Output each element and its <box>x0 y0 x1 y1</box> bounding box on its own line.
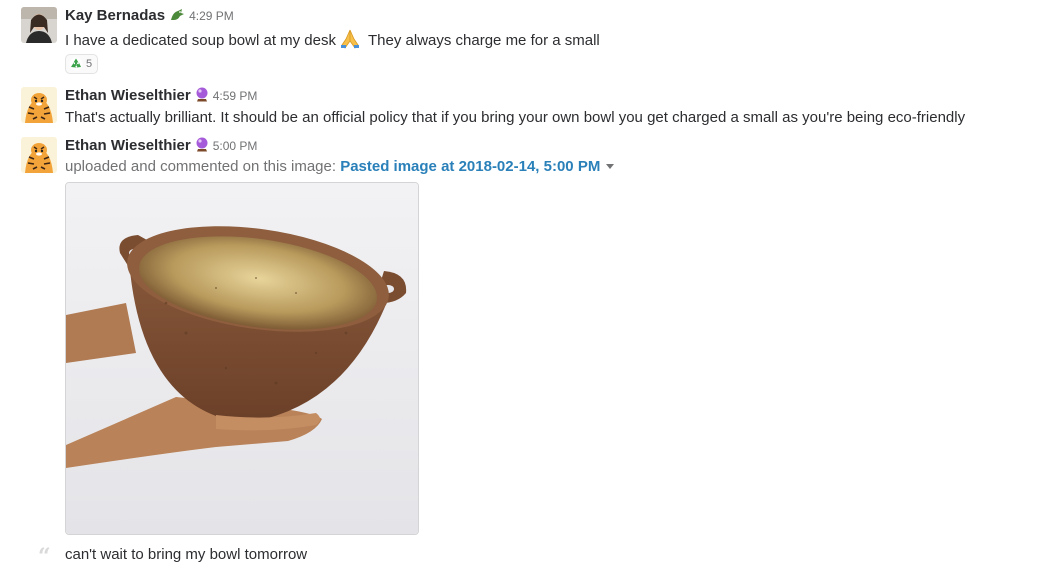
message-timestamp[interactable]: 4:29 PM <box>189 9 234 23</box>
avatar-ethan-wieselthier[interactable] <box>21 137 57 173</box>
chevron-down-icon[interactable] <box>606 164 615 169</box>
upload-prefix: uploaded and commented on this image: <box>65 158 337 175</box>
author-name-text[interactable]: Ethan Wieselthier <box>65 87 191 104</box>
message-timestamp[interactable]: 5:00 PM <box>213 139 258 153</box>
author-name-text[interactable]: Ethan Wieselthier <box>65 137 191 154</box>
reaction-recycle[interactable]: 5 <box>65 54 98 74</box>
message-text-part: They always charge me for a small <box>368 32 600 49</box>
message-text: That's actually brilliant. It should be … <box>65 109 965 126</box>
avatar-ethan-wieselthier[interactable] <box>21 87 57 123</box>
file-name-link[interactable]: Pasted image at 2018-02-14, 5:00 PM <box>340 158 600 175</box>
uploaded-image-thumbnail[interactable] <box>65 182 419 535</box>
message-text: I have a dedicated soup bowl at my desk T… <box>65 29 600 53</box>
dragon-icon <box>169 8 185 26</box>
author-name[interactable]: Ethan Wieselthier 4:59 PM <box>65 87 257 106</box>
folded-hands-icon <box>339 29 361 53</box>
author-name-text[interactable]: Kay Bernadas <box>65 7 165 24</box>
quote-icon: “ <box>38 544 51 570</box>
crystal-ball-icon <box>195 137 209 156</box>
file-comment: can't wait to bring my bowl tomorrow <box>65 546 308 563</box>
author-name[interactable]: Kay Bernadas 4:29 PM <box>65 7 234 26</box>
author-name[interactable]: Ethan Wieselthier 5:00 PM <box>65 137 257 156</box>
message-text-part: I have a dedicated soup bowl at my desk <box>65 32 336 49</box>
crystal-ball-icon <box>195 87 209 106</box>
reaction-count: 5 <box>86 58 93 70</box>
avatar-kay-bernadas[interactable] <box>21 7 57 43</box>
message-timestamp[interactable]: 4:59 PM <box>213 89 258 103</box>
upload-description: uploaded and commented on this image: Pa… <box>65 158 615 175</box>
message-text-body: That's actually brilliant. It should be … <box>65 109 966 126</box>
recycle-icon <box>69 57 83 71</box>
